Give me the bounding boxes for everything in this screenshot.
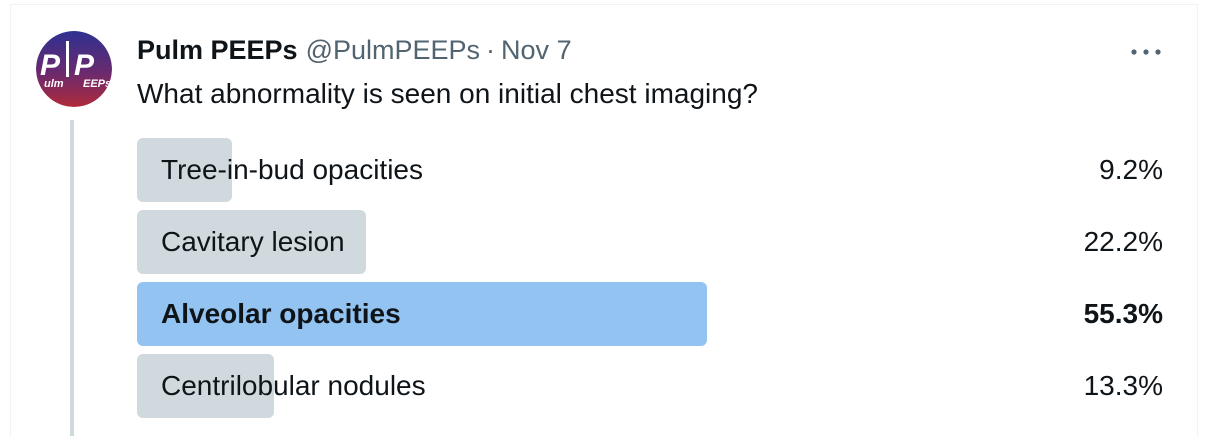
poll-option-label: Tree-in-bud opacities [161,154,423,185]
poll-option-label: Alveolar opacities [161,298,401,329]
svg-text:ulm: ulm [44,78,64,90]
poll-option[interactable]: Alveolar opacities 55.3% [137,282,1167,346]
poll-option-percent: 13.3% [1083,370,1163,401]
avatar[interactable]: P P ulm EEPs [36,31,112,107]
poll-option-percent: 55.3% [1083,298,1163,329]
poll-option[interactable]: Centrilobular nodules 13.3% [137,354,1167,418]
poll-option-label: Centrilobular nodules [161,370,426,401]
tweet-header: Pulm PEEPs @PulmPEEPs · Nov 7 [137,34,572,66]
poll-option[interactable]: Tree-in-bud opacities 9.2% [137,138,1167,202]
poll: Tree-in-bud opacities 9.2% Cavitary lesion… [137,138,1167,426]
tweet-date[interactable]: Nov 7 [501,35,572,66]
more-button[interactable] [1126,40,1166,64]
header-separator: · [486,34,496,65]
pulm-peeps-logo: P P ulm EEPs [36,31,112,107]
thread-line [70,120,74,436]
author-handle[interactable]: @PulmPEEPs [306,35,480,66]
tweet-text: What abnormality is seen on initial ches… [137,78,758,109]
more-horizontal-icon [1131,49,1161,55]
poll-option[interactable]: Cavitary lesion 22.2% [137,210,1167,274]
poll-option-percent: 22.2% [1083,226,1163,257]
poll-option-label: Cavitary lesion [161,226,345,257]
poll-option-percent: 9.2% [1099,154,1163,185]
author-display-name[interactable]: Pulm PEEPs [137,35,298,66]
